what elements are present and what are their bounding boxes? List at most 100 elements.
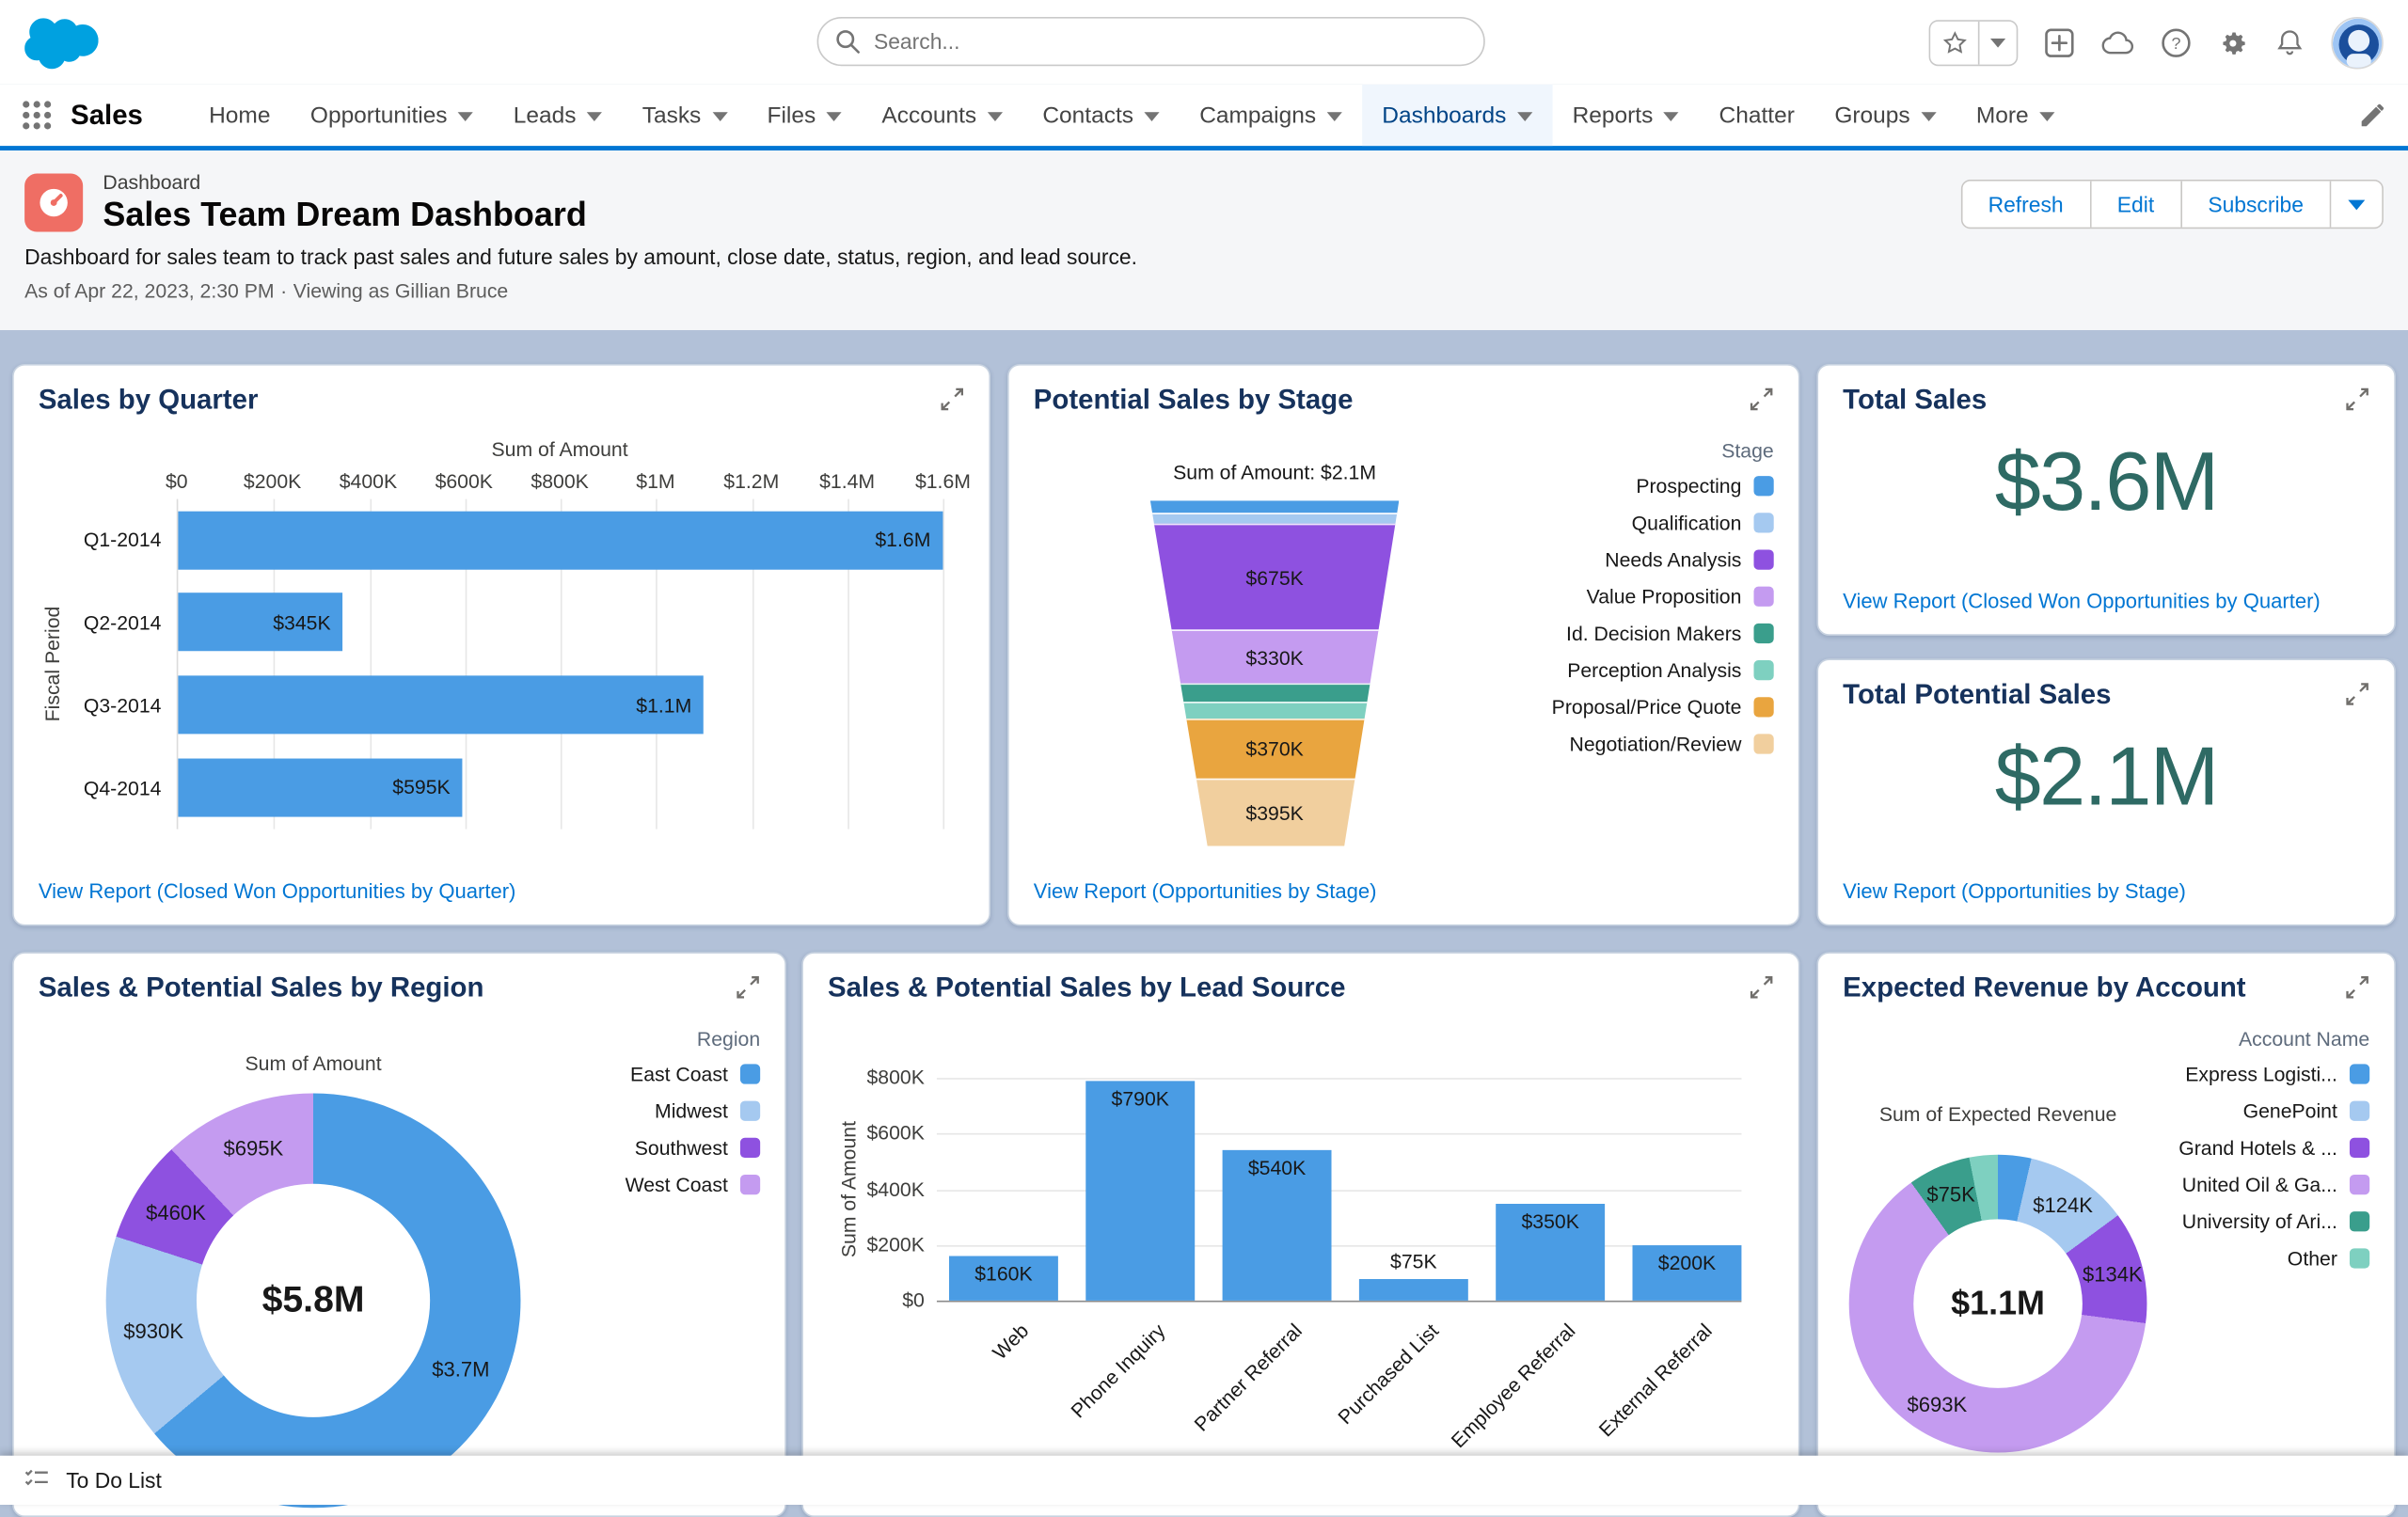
search-icon	[835, 29, 860, 61]
legend-label: Needs Analysis	[1605, 547, 1742, 572]
avatar[interactable]	[2331, 16, 2384, 69]
help-icon[interactable]: ?	[2161, 27, 2192, 58]
nav-item-dashboards[interactable]: Dashboards	[1362, 84, 1553, 147]
metric-value: $3.6M	[1994, 435, 2220, 529]
region-donut[interactable]: $5.8M $3.7M $930K $460K $695K	[105, 1093, 521, 1509]
nav-item-files[interactable]: Files	[747, 85, 862, 146]
axis-tick: $400K	[866, 1177, 925, 1200]
edit-pencil-icon[interactable]	[2359, 102, 2386, 129]
more-actions-caret-icon[interactable]	[2331, 181, 2383, 228]
favorites-star-icon[interactable]	[1930, 21, 1980, 64]
nav-item-reports[interactable]: Reports	[1552, 85, 1699, 146]
nav-item-more[interactable]: More	[1956, 85, 2075, 146]
gridline	[936, 1133, 1742, 1135]
search-input[interactable]	[816, 16, 1485, 67]
legend-item-southwest: Southwest	[635, 1136, 761, 1160]
bar-phone-inquiry[interactable]	[1085, 1081, 1196, 1301]
legend-swatch	[2349, 1064, 2370, 1084]
dashboard-asof: As of Apr 22, 2023, 2:30 PM · Viewing as G…	[24, 279, 2384, 302]
nav-item-label: Tasks	[642, 102, 702, 129]
legend-swatch	[1753, 660, 1774, 681]
favorites-caret-icon[interactable]	[1979, 21, 2017, 64]
dashboard-actions: Refresh Edit Subscribe	[1960, 180, 2384, 229]
quick-create-icon[interactable]	[2044, 27, 2075, 58]
legend-item-east-coast: East Coast	[630, 1063, 761, 1085]
cloud-icon[interactable]	[2100, 28, 2134, 55]
edit-button[interactable]: Edit	[2091, 181, 2182, 228]
expand-icon[interactable]	[2345, 387, 2369, 419]
category-label: Employee Referral	[1445, 1319, 1579, 1453]
bar-q4-2014[interactable]: $595K	[178, 758, 463, 817]
gridline	[936, 1078, 1742, 1080]
card-title[interactable]: Potential Sales by Stage	[1034, 384, 1354, 416]
legend-label: Id. Decision Makers	[1566, 622, 1742, 645]
card-title[interactable]: Expected Revenue by Account	[1843, 972, 2245, 1003]
nav-item-chatter[interactable]: Chatter	[1699, 85, 1814, 146]
legend-label: Grand Hotels & ...	[2178, 1136, 2337, 1160]
legend-swatch	[739, 1064, 761, 1084]
bar-q3-2014[interactable]: $1.1M	[178, 675, 705, 735]
region-legend: Region East Coast Midwest Southwest West Co…	[626, 1027, 761, 1209]
expand-icon[interactable]	[2345, 682, 2369, 714]
axis-tick: $1.2M	[723, 469, 780, 494]
funnel-segment-qualification[interactable]	[1149, 513, 1400, 524]
funnel-segment-value-proposition[interactable]: $330K	[1149, 629, 1400, 684]
quarter-categories: Q1-2014 Q2-2014 Q3-2014 Q4-2014	[66, 499, 177, 830]
funnel-value-label: $370K	[1245, 737, 1304, 761]
funnel-segment-negotiation-review[interactable]: $395K	[1149, 778, 1400, 846]
global-search	[816, 16, 1485, 67]
salesforce-logo	[24, 16, 99, 69]
axis-tick: $400K	[339, 469, 398, 494]
view-report-link[interactable]: View Report (Opportunities by Stage)	[1034, 880, 1377, 903]
card-title[interactable]: Total Potential Sales	[1843, 679, 2111, 711]
nav-item-groups[interactable]: Groups	[1814, 85, 1956, 146]
notifications-bell-icon[interactable]	[2274, 27, 2305, 58]
expand-icon[interactable]	[736, 975, 760, 1007]
nav-item-label: Opportunities	[309, 102, 448, 129]
funnel-segment-perception-analysis[interactable]	[1149, 701, 1400, 719]
expand-icon[interactable]	[1750, 975, 1774, 1007]
chevron-down-icon	[1921, 112, 1937, 121]
refresh-button[interactable]: Refresh	[1961, 181, 2092, 228]
app-nav-bar: Sales Home Opportunities Leads Tasks Files Ac…	[0, 84, 2408, 150]
bar-q2-2014[interactable]: $345K	[178, 593, 343, 652]
view-report-link[interactable]: View Report (Closed Won Opportunities by…	[39, 880, 516, 903]
legend-label: West Coast	[625, 1173, 728, 1196]
card-title[interactable]: Sales & Potential Sales by Lead Source	[828, 972, 1345, 1003]
todo-bar[interactable]: To Do List	[0, 1455, 2408, 1505]
nav-item-leads[interactable]: Leads	[494, 85, 623, 146]
funnel-segment-id-decision-makers[interactable]	[1149, 683, 1400, 702]
nav-item-label: Dashboards	[1382, 102, 1507, 129]
nav-item-campaigns[interactable]: Campaigns	[1180, 85, 1362, 146]
gridline	[936, 1300, 1742, 1303]
view-report-link[interactable]: View Report (Opportunities by Stage)	[1843, 880, 2186, 903]
legend-item-grand-hotels: Grand Hotels & ...	[2178, 1136, 2370, 1160]
chevron-down-icon	[457, 112, 474, 121]
view-report-link[interactable]: View Report (Closed Won Opportunities by…	[1843, 590, 2321, 612]
expand-icon[interactable]	[940, 387, 964, 419]
bar-q1-2014[interactable]: $1.6M	[178, 510, 943, 569]
expand-icon[interactable]	[2345, 975, 2369, 1007]
funnel-segment-proposal-price-quote[interactable]: $370K	[1149, 718, 1400, 779]
nav-item-contacts[interactable]: Contacts	[1022, 85, 1180, 146]
expand-icon[interactable]	[1750, 387, 1774, 419]
bar-value-label: $1.1M	[636, 693, 692, 717]
card-title[interactable]: Sales & Potential Sales by Region	[39, 972, 484, 1003]
setup-gear-icon[interactable]	[2218, 27, 2249, 58]
chevron-down-icon	[1144, 112, 1160, 121]
funnel-segment-needs-analysis[interactable]: $675K	[1149, 523, 1400, 630]
bar-purchased-list[interactable]	[1358, 1279, 1468, 1301]
funnel-segment-prospecting[interactable]	[1149, 500, 1400, 514]
bar-value-label: $595K	[392, 775, 451, 799]
nav-item-tasks[interactable]: Tasks	[622, 85, 747, 146]
quarter-plot: $1.6M $345K $1.1M $595K	[176, 498, 945, 830]
card-title[interactable]: Sales by Quarter	[39, 384, 259, 416]
nav-item-home[interactable]: Home	[189, 85, 291, 146]
nav-item-opportunities[interactable]: Opportunities	[291, 85, 494, 146]
subscribe-button[interactable]: Subscribe	[2181, 181, 2332, 228]
card-title[interactable]: Total Sales	[1843, 384, 1987, 416]
account-donut[interactable]: $1.1M $124K $134K $693K $75K	[1848, 1154, 2147, 1453]
axis-tick: $1.4M	[819, 469, 876, 494]
nav-item-accounts[interactable]: Accounts	[862, 85, 1022, 146]
app-launcher-icon[interactable]	[22, 100, 53, 131]
